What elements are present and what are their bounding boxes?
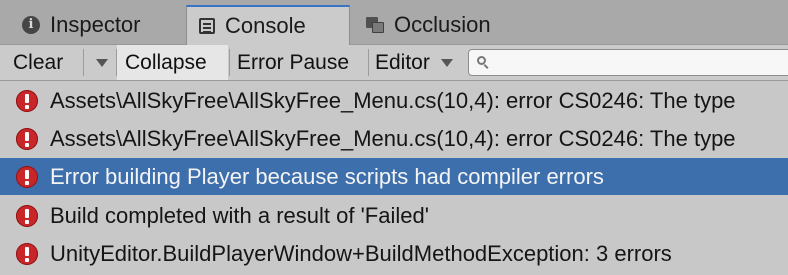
search-input[interactable] xyxy=(468,49,788,76)
log-message: Assets\AllSkyFree\AllSkyFree_Menu.cs(10,… xyxy=(50,87,736,113)
editor-dropdown[interactable]: Editor xyxy=(375,45,460,80)
error-icon xyxy=(16,165,38,188)
collapse-toggle[interactable]: Collapse xyxy=(117,45,228,80)
info-icon: i xyxy=(22,15,40,34)
chevron-down-icon xyxy=(440,59,453,68)
tab-strip: i Inspector Console Occlusion xyxy=(0,0,788,45)
error-pause-toggle[interactable]: Error Pause xyxy=(237,45,349,80)
clear-button[interactable]: Clear xyxy=(13,45,63,80)
log-entry[interactable]: UnityEditor.BuildPlayerWindow+BuildMetho… xyxy=(0,235,788,272)
tab-inspector[interactable]: i Inspector xyxy=(10,5,182,44)
tab-label: Console xyxy=(225,13,306,38)
toolbar-separator xyxy=(83,49,84,76)
log-message: Error building Player because scripts ha… xyxy=(50,163,604,189)
log-message: Build completed with a result of 'Failed… xyxy=(50,202,429,228)
occlusion-icon xyxy=(366,16,384,33)
error-icon xyxy=(16,89,38,112)
tab-console[interactable]: Console xyxy=(186,5,350,45)
log-message: Assets\AllSkyFree\AllSkyFree_Menu.cs(10,… xyxy=(50,125,736,151)
log-list: Assets\AllSkyFree\AllSkyFree_Menu.cs(10,… xyxy=(0,82,788,275)
chevron-down-icon xyxy=(96,59,108,68)
tab-occlusion[interactable]: Occlusion xyxy=(354,5,544,44)
console-toolbar: Clear Collapse Error Pause Editor xyxy=(0,45,788,81)
toolbar-separator xyxy=(229,49,230,76)
console-icon xyxy=(199,18,215,34)
log-entry-selected[interactable]: Error building Player because scripts ha… xyxy=(0,158,788,195)
clear-options-dropdown[interactable] xyxy=(92,45,112,80)
tab-label: Inspector xyxy=(50,11,141,37)
error-icon xyxy=(16,127,38,150)
console-window: i Inspector Console Occlusion Clear Coll… xyxy=(0,0,788,275)
tab-label: Occlusion xyxy=(394,11,491,37)
log-entry[interactable]: Assets\AllSkyFree\AllSkyFree_Menu.cs(10,… xyxy=(0,120,788,157)
editor-dropdown-label: Editor xyxy=(375,51,430,74)
log-message: UnityEditor.BuildPlayerWindow+BuildMetho… xyxy=(50,240,672,266)
search-icon xyxy=(477,56,486,65)
error-icon xyxy=(16,204,38,227)
toolbar-separator xyxy=(368,49,369,76)
log-entry[interactable]: Assets\AllSkyFree\AllSkyFree_Menu.cs(10,… xyxy=(0,82,788,119)
error-icon xyxy=(16,242,38,265)
log-entry[interactable]: Build completed with a result of 'Failed… xyxy=(0,197,788,234)
